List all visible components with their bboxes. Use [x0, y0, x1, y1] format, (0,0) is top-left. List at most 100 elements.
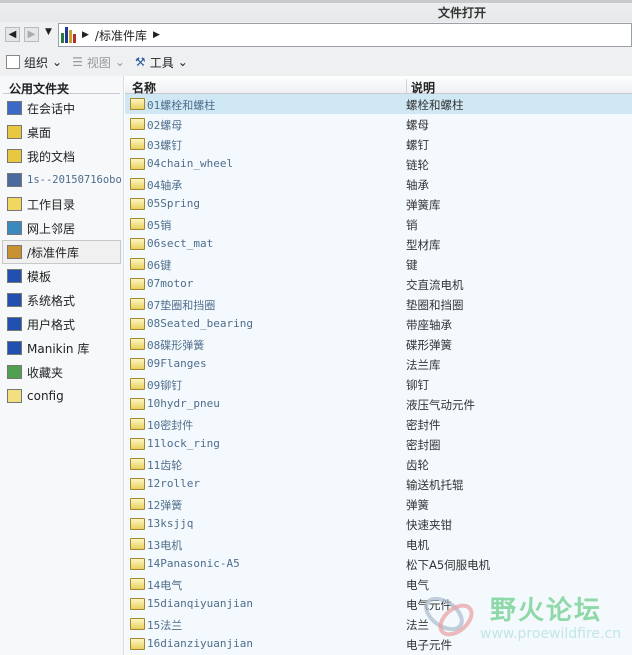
file-row[interactable]: 11齿轮 齿轮 [125, 454, 632, 474]
sidebar-item[interactable]: 网上邻居 [0, 216, 123, 240]
file-row[interactable]: 05销 销 [125, 214, 632, 234]
file-row[interactable]: 13电机 电机 [125, 534, 632, 554]
file-row[interactable]: 08Seated_bearing 带座轴承 [125, 314, 632, 334]
breadcrumb-path[interactable]: /标准件库 [95, 27, 147, 44]
file-row[interactable]: 04chain_wheel 链轮 [125, 154, 632, 174]
sidebar-item[interactable]: 桌面 [0, 120, 123, 144]
file-description: 松下A5伺服电机 [406, 558, 491, 572]
column-header-row: 名称 说明 [125, 76, 632, 96]
file-description: 销 [406, 218, 418, 232]
file-name: 01螺栓和螺柱 [147, 99, 216, 112]
file-description: 电气元件 [406, 598, 452, 612]
file-row[interactable]: 07motor 交直流电机 [125, 274, 632, 294]
file-row[interactable]: 14Panasonic-A5 松下A5伺服电机 [125, 554, 632, 574]
file-description: 垫圈和挡圈 [406, 298, 464, 312]
library-icon [61, 27, 76, 43]
organize-button[interactable]: 组织 ⌄ [6, 54, 62, 71]
file-description: 螺栓和螺柱 [406, 98, 464, 112]
chevron-down-icon: ⌄ [114, 55, 125, 69]
file-row[interactable]: 14电气 电气 [125, 574, 632, 594]
file-name: 10hydr_pneu [147, 397, 220, 410]
file-description: 链轮 [406, 158, 429, 172]
file-row[interactable]: 15法兰 法兰 [125, 614, 632, 634]
file-name: 12弹簧 [147, 499, 183, 512]
folder-icon [130, 238, 145, 250]
file-row[interactable]: 12弹簧 弹簧 [125, 494, 632, 514]
documents-icon [7, 149, 22, 163]
file-name: 11lock_ring [147, 437, 220, 450]
favorites-icon [7, 365, 22, 379]
view-button[interactable]: ☰ 视图 ⌄ [72, 54, 125, 71]
folder-icon [130, 458, 145, 470]
sidebar-item[interactable]: 工作目录 [0, 192, 123, 216]
sidebar-item[interactable]: 1s--20150716obo [0, 168, 123, 192]
file-row[interactable]: 10密封件 密封件 [125, 414, 632, 434]
file-row[interactable]: 09Flanges 法兰库 [125, 354, 632, 374]
breadcrumb-separator-icon[interactable]: ▶ [82, 30, 89, 40]
tools-button[interactable]: ⚒ 工具 ⌄ [135, 54, 188, 71]
file-description: 轴承 [406, 178, 429, 192]
manikin-folder-icon [7, 341, 22, 355]
address-input[interactable]: ▶ /标准件库 ▶ [58, 23, 632, 47]
file-name: 04chain_wheel [147, 157, 234, 170]
sidebar-item[interactable]: 收藏夹 [0, 360, 123, 384]
sidebar-item[interactable]: 我的文档 [0, 144, 123, 168]
sidebar-item-label: 网上邻居 [27, 221, 76, 236]
file-name: 13ksjjq [147, 517, 194, 530]
template-folder-icon [7, 269, 22, 283]
list-view-icon: ☰ [72, 55, 83, 69]
view-label: 视图 [86, 55, 111, 70]
sidebar-item[interactable]: 用户格式 [0, 312, 123, 336]
sidebar-item[interactable]: 系统格式 [0, 288, 123, 312]
file-name: 15法兰 [147, 619, 183, 632]
file-row[interactable]: 11lock_ring 密封圈 [125, 434, 632, 454]
file-name: 07垫圈和挡圈 [147, 299, 216, 312]
file-row[interactable]: 13ksjjq 快速夹钳 [125, 514, 632, 534]
file-description: 螺母 [406, 118, 429, 132]
sidebar-item[interactable]: config [0, 384, 123, 408]
file-description: 法兰库 [406, 358, 441, 372]
sidebar-item-label: config [27, 389, 64, 403]
file-description: 型材库 [406, 238, 441, 252]
folder-icon [130, 518, 145, 530]
file-description: 弹簧 [406, 498, 429, 512]
file-name: 04轴承 [147, 179, 183, 192]
network-icon [7, 221, 22, 235]
file-row[interactable]: 03螺钉 螺钉 [125, 134, 632, 154]
folder-icon [130, 378, 145, 390]
system-format-folder-icon [7, 293, 22, 307]
sidebar-item-label: 收藏夹 [27, 365, 64, 380]
breadcrumb-chevron-icon[interactable]: ▶ [153, 30, 160, 40]
desktop-icon [7, 125, 22, 139]
file-row[interactable]: 16dianziyuanjian 电子元件 [125, 634, 632, 654]
file-row[interactable]: 15dianqiyuanjian 电气元件 [125, 594, 632, 614]
folder-icon [130, 258, 145, 270]
working-dir-icon [7, 197, 22, 211]
back-button[interactable]: ◀ [5, 27, 20, 42]
file-row[interactable]: 12roller 输送机托辊 [125, 474, 632, 494]
sidebar-item-label: Manikin 库 [27, 341, 90, 356]
file-description: 键 [406, 258, 418, 272]
sidebar-item-label: 我的文档 [27, 149, 76, 164]
file-row[interactable]: 09铆钉 铆钉 [125, 374, 632, 394]
forward-button[interactable]: ▶ [24, 27, 39, 42]
file-row[interactable]: 10hydr_pneu 液压气动元件 [125, 394, 632, 414]
file-row[interactable]: 05Spring 弹簧库 [125, 194, 632, 214]
file-row[interactable]: 01螺栓和螺柱 螺栓和螺柱 [125, 94, 632, 114]
sidebar-item[interactable]: /标准件库 [2, 240, 121, 264]
sidebar-item[interactable]: 在会话中 [0, 96, 123, 120]
sidebar-item-label: 1s--20150716obo [27, 174, 122, 186]
sidebar-item[interactable]: Manikin 库 [0, 336, 123, 360]
file-row[interactable]: 06sect_mat 型材库 [125, 234, 632, 254]
file-row[interactable]: 08碟形弹簧 碟形弹簧 [125, 334, 632, 354]
file-row[interactable]: 06键 键 [125, 254, 632, 274]
folder-icon [130, 98, 145, 110]
title-bar: 文件打开 [0, 0, 632, 22]
file-row[interactable]: 02螺母 螺母 [125, 114, 632, 134]
sidebar-item[interactable]: 模板 [0, 264, 123, 288]
folder-icon [130, 498, 145, 510]
file-row[interactable]: 07垫圈和挡圈 垫圈和挡圈 [125, 294, 632, 314]
history-dropdown-icon[interactable]: ▼ [45, 27, 52, 37]
file-row[interactable]: 04轴承 轴承 [125, 174, 632, 194]
sidebar-header: 公用文件夹 [3, 76, 120, 96]
